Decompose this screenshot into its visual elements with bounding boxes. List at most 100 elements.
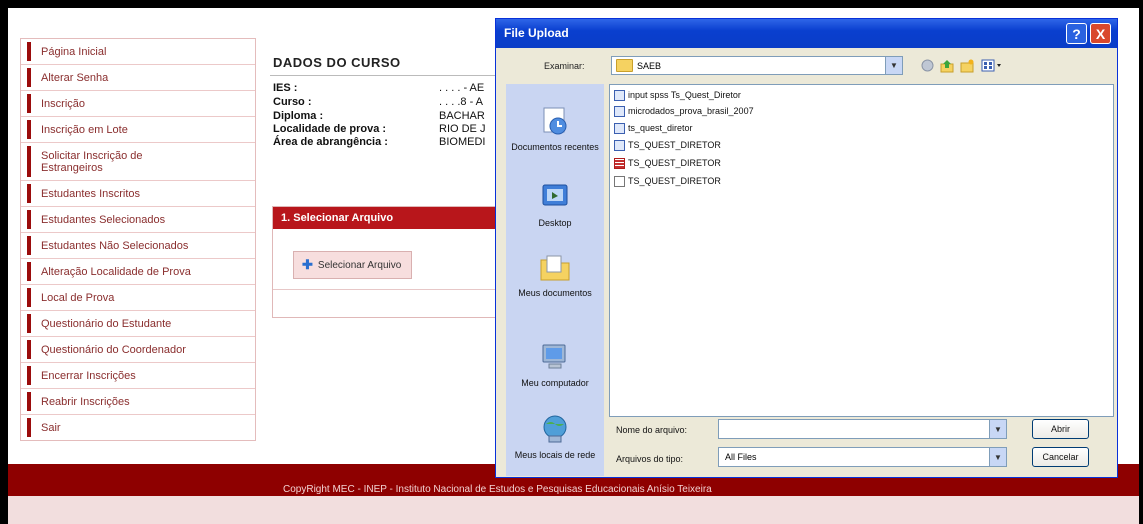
my-documents-icon [540,255,570,281]
chevron-down-icon[interactable]: ▼ [885,57,902,74]
file-item[interactable]: TS_QUEST_DIRETOR [614,156,721,170]
select-file-header: 1. Selecionar Arquivo [273,207,499,229]
look-in-value: SAEB [637,60,662,71]
help-button[interactable]: ? [1066,23,1087,44]
file-name: ts_quest_diretor [628,123,693,133]
sidebar-item-label: Inscrição [41,97,86,110]
place-my-documents[interactable]: Meus documentos [506,252,604,299]
course-key: Área de abrangência : [273,136,388,148]
course-row-ies: IES : . . . . - AE [273,82,484,94]
frame-border-right [1139,0,1143,524]
place-label: Documentos recentes [511,142,599,152]
place-label: Meus documentos [518,288,592,298]
new-folder-icon[interactable] [958,57,976,74]
view-menu-icon[interactable] [980,57,1004,74]
sidebar-item-pagina-inicial[interactable]: Página Inicial [21,39,255,65]
course-key: Localidade de prova : [273,123,387,135]
dialog-title: File Upload [504,26,569,40]
sidebar-item-questionario-coordenador[interactable]: Questionário do Coordenador [21,337,255,363]
sidebar-item-estudantes-inscritos[interactable]: Estudantes Inscritos [21,181,255,207]
sidebar-item-inscricao[interactable]: Inscrição [21,91,255,117]
spss-data-icon [614,139,625,151]
up-folder-icon[interactable] [938,57,956,74]
place-recent-documents[interactable]: Documentos recentes [506,106,604,153]
course-value: . . . .8 - A [439,96,484,108]
place-network[interactable]: Meus locais de rede [506,414,604,461]
filetype-select[interactable]: All Files ▼ [718,447,1007,467]
file-name: input spss Ts_Quest_Diretor [628,90,741,100]
network-places-icon [543,415,567,443]
text-file-icon [614,175,625,187]
course-row-localidade: Localidade de prova : RIO DE J [273,123,485,135]
recent-documents-icon [543,107,567,135]
look-in-label: Examinar: [544,61,585,71]
spreadsheet-icon [614,157,625,169]
sidebar-item-inscricao-lote[interactable]: Inscrição em Lote [21,117,255,143]
filetype-label: Arquivos do tipo: [616,454,684,464]
file-upload-dialog: File Upload ? X Examinar: SAEB ▼ Documen… [495,18,1118,478]
divider [270,75,500,76]
select-file-button-label: Selecionar Arquivo [317,259,402,271]
file-item[interactable]: microdados_prova_brasil_2007 [614,104,754,118]
dialog-titlebar[interactable]: File Upload ? X [496,19,1117,48]
open-button[interactable]: Abrir [1032,419,1089,439]
chevron-down-icon[interactable]: ▼ [989,448,1006,466]
place-label: Meus locais de rede [514,450,596,460]
select-file-panel: 1. Selecionar Arquivo ✚ Selecionar Arqui… [272,206,500,318]
sidebar-item-estrangeiros[interactable]: Solicitar Inscrição de Estrangeiros [21,143,255,181]
desktop-icon [542,184,568,206]
sidebar-item-sair[interactable]: Sair [21,415,255,440]
bottom-band [8,496,1139,524]
course-key: IES : [273,82,298,94]
file-name: TS_QUEST_DIRETOR [628,158,721,168]
sidebar-item-questionario-estudante[interactable]: Questionário do Estudante [21,311,255,337]
close-button[interactable]: X [1090,23,1111,44]
back-icon[interactable] [918,57,936,74]
sidebar-item-alteracao-localidade[interactable]: Alteração Localidade de Prova [21,259,255,285]
sidebar-item-label: Estudantes Inscritos [41,187,141,200]
sidebar-item-label: Local de Prova [41,291,115,304]
course-row-curso: Curso : . . . .8 - A [273,96,483,108]
sidebar-item-local-prova[interactable]: Local de Prova [21,285,255,311]
course-value: BIOMEDI [439,136,486,148]
course-row-diploma: Diploma : BACHAR [273,110,485,122]
sidebar-item-label: Alterar Senha [41,71,109,84]
sidebar-item-alterar-senha[interactable]: Alterar Senha [21,65,255,91]
sidebar-item-estudantes-selecionados[interactable]: Estudantes Selecionados [21,207,255,233]
chevron-down-icon[interactable]: ▼ [989,420,1006,438]
sidebar-menu: Página Inicial Alterar Senha Inscrição I… [20,38,256,441]
sidebar-item-label: Solicitar Inscrição de Estrangeiros [41,149,143,174]
sidebar-item-label: Sair [41,421,61,434]
places-bar: Documentos recentes Desktop Meus documen… [506,84,604,476]
filename-input[interactable]: ▼ [718,419,1007,439]
footer-copyright: CopyRight MEC - INEP - Instituto Naciona… [283,484,712,495]
sidebar-item-label: Questionário do Estudante [41,317,172,330]
file-list[interactable]: input spss Ts_Quest_Diretor microdados_p… [609,84,1114,417]
cancel-button[interactable]: Cancelar [1032,447,1089,467]
plus-icon: ✚ [302,257,313,272]
select-file-button[interactable]: ✚ Selecionar Arquivo [293,251,413,279]
sidebar-item-label: Inscrição em Lote [41,123,128,136]
course-row-abrangencia: Área de abrangência : BIOMEDI [273,136,485,148]
sidebar-item-encerrar-inscricoes[interactable]: Encerrar Inscrições [21,363,255,389]
file-name: microdados_prova_brasil_2007 [628,106,754,116]
place-label: Desktop [538,218,572,228]
frame-border-left [0,0,8,524]
sidebar-item-estudantes-nao-selecionados[interactable]: Estudantes Não Selecionados [21,233,255,259]
file-item[interactable]: ts_quest_diretor [614,121,693,135]
file-item[interactable]: TS_QUEST_DIRETOR [614,138,721,152]
file-name: TS_QUEST_DIRETOR [628,176,721,186]
look-in-select[interactable]: SAEB ▼ [611,56,903,75]
folder-icon [616,59,633,72]
sidebar-item-label: Estudantes Selecionados [41,213,166,226]
file-item[interactable]: TS_QUEST_DIRETOR [614,174,721,188]
course-value: . . . . - AE [439,82,485,94]
place-my-computer[interactable]: Meu computador [506,342,604,389]
frame-border-top [0,0,1143,8]
sidebar-item-label: Questionário do Coordenador [41,343,186,356]
place-desktop[interactable]: Desktop [506,182,604,229]
file-item[interactable]: input spss Ts_Quest_Diretor [614,88,741,102]
course-title: DADOS DO CURSO [273,55,401,70]
sidebar-item-reabrir-inscricoes[interactable]: Reabrir Inscrições [21,389,255,415]
spss-data-icon [614,105,625,117]
